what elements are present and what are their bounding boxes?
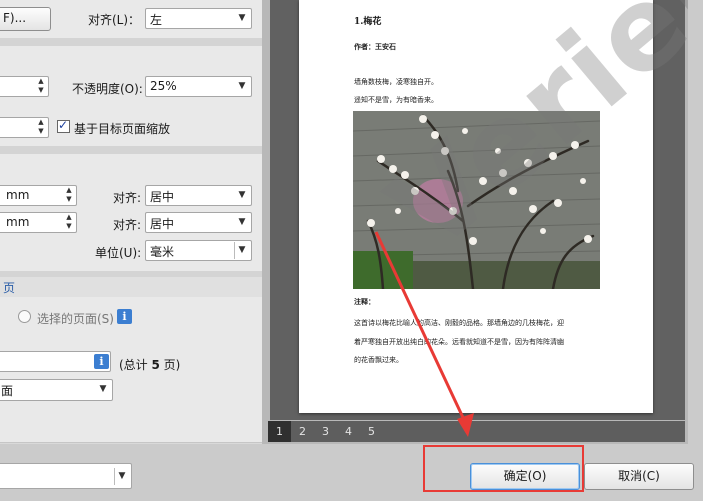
opacity-value: 25% — [150, 79, 177, 93]
fit-button-label: F)... — [3, 11, 27, 25]
align-label-3: 对齐: — [113, 218, 142, 232]
selected-pages-label: 选择的页面(S) — [37, 312, 114, 326]
opacity-label: 不透明度(O): — [72, 82, 143, 96]
align-select-2-value: 居中 — [150, 190, 175, 204]
chevron-down-icon: ▼ — [238, 190, 246, 200]
chevron-down-icon: ▼ — [238, 13, 246, 23]
unit-select[interactable]: 毫米 ▼ — [145, 240, 252, 261]
chevron-down-icon: ▼ — [238, 81, 246, 91]
scale-checkbox[interactable]: ✓ — [57, 118, 70, 133]
chevron-down-icon: ▼ — [114, 468, 129, 485]
note-line-3: 的花香飘过来。 — [354, 356, 403, 364]
page-button-1[interactable]: 1 — [268, 421, 291, 442]
align-select-1[interactable]: 左 ▼ — [145, 8, 252, 29]
page-button-3[interactable]: 3 — [314, 421, 337, 442]
vertical-scrollbar[interactable] — [688, 0, 703, 444]
page-button-2[interactable]: 2 — [291, 421, 314, 442]
horizontal-offset-spin[interactable]: mm ▲ ▼ — [0, 185, 77, 206]
rotation-spin[interactable]: ▲ ▼ — [0, 76, 49, 97]
poem-author: 作者：王安石 — [354, 42, 396, 51]
chevron-down-icon: ▼ — [234, 242, 249, 259]
spin-arrows-icon: ▲ ▼ — [66, 213, 72, 230]
note-line-2: 着严寒独自开放出纯白的花朵。远看就知道不是雪，因为有阵阵清幽 — [354, 338, 564, 346]
selected-pages-radio[interactable] — [18, 310, 31, 323]
align-select-3-value: 居中 — [150, 217, 175, 231]
chevron-down-icon: ▼ — [99, 384, 107, 394]
page-button-5[interactable]: 5 — [360, 421, 383, 442]
chevron-down-icon: ▼ — [238, 217, 246, 227]
page-type-select[interactable]: 面 ▼ — [0, 379, 113, 401]
unit-mm-1: mm — [6, 188, 30, 202]
checkmark-icon: ✓ — [58, 118, 69, 132]
unit-mm-2: mm — [6, 215, 30, 229]
scale-spin[interactable]: ▲ ▼ — [0, 117, 49, 138]
scale-checkbox-label: 基于目标页面缩放 — [74, 122, 171, 136]
info-icon[interactable]: i — [117, 309, 132, 324]
fit-button[interactable]: F)... — [0, 7, 51, 31]
align-label-1: 对齐(L)： — [88, 13, 141, 27]
unit-label: 单位(U): — [95, 246, 142, 260]
align-label-2: 对齐: — [113, 191, 142, 205]
poem-title: 1.梅花 — [354, 17, 382, 27]
poem-line-2: 遥知不是雪，为有暗香来。 — [354, 96, 438, 104]
vertical-offset-spin[interactable]: mm ▲ ▼ — [0, 212, 77, 233]
opacity-select[interactable]: 25% ▼ — [145, 76, 252, 97]
page-navigation: 1 2 3 4 5 — [268, 421, 685, 442]
align-select-3[interactable]: 居中 ▼ — [145, 212, 252, 233]
note-line-1: 这首诗以梅花比喻人的高洁、刚毅的品格。那墙角边的几枝梅花，迎 — [354, 319, 564, 327]
total-pages: (总计 5 页) — [119, 358, 181, 372]
cancel-button[interactable]: 取消(C) — [584, 463, 694, 490]
page-section-header: 页 — [0, 277, 262, 297]
poem-line-1: 墙角数枝梅，凌寒独自开。 — [354, 78, 438, 86]
page-section-title: 页 — [3, 281, 16, 295]
preset-select[interactable]: ▼ — [0, 463, 132, 489]
info-icon[interactable]: i — [94, 354, 109, 369]
ok-button-highlight — [423, 445, 584, 492]
align-select-2[interactable]: 居中 ▼ — [145, 185, 252, 206]
spin-arrows-icon: ▲ ▼ — [66, 186, 72, 203]
page-type-value: 面 — [1, 384, 14, 398]
spin-arrows-icon: ▲ ▼ — [38, 118, 44, 135]
page-button-4[interactable]: 4 — [337, 421, 360, 442]
note-title: 注释： — [354, 297, 375, 306]
unit-value: 毫米 — [150, 245, 175, 259]
spin-arrows-icon: ▲ ▼ — [38, 77, 44, 94]
align-select-1-value: 左 — [150, 13, 163, 27]
cancel-button-label: 取消(C) — [618, 469, 660, 483]
settings-panel: F)... 对齐(L)： 左 ▼ ▲ ▼ 不透明度(O): 25% ▼ ▲ ▼ ✓ … — [0, 0, 262, 444]
